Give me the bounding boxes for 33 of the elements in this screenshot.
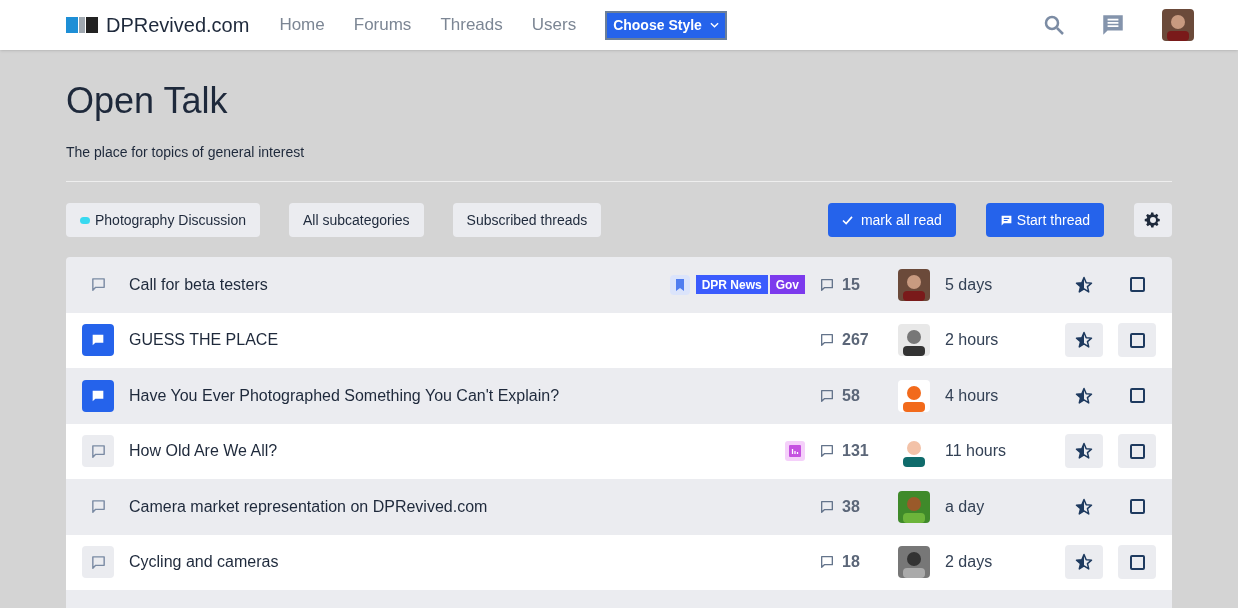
last-post-time: 5 days <box>945 274 994 295</box>
thread-title[interactable]: Camera market representation on DPRevived.com <box>129 494 488 519</box>
last-post-time: 4 hours <box>945 385 1000 406</box>
thread-title[interactable]: How Old Are We All? <box>129 439 278 464</box>
nav-link[interactable]: Forums <box>353 12 412 38</box>
filter-button[interactable]: Subscribed threads <box>452 203 602 237</box>
tag[interactable]: DPR News <box>695 275 768 295</box>
mark-all-read-button[interactable]: mark all read <box>827 203 956 237</box>
nav-link[interactable]: Home <box>279 12 325 38</box>
reply-count: 131 <box>842 441 869 462</box>
last-post-time: 11 hours <box>945 441 1008 462</box>
category-description: The place for topics of general interest <box>66 143 305 162</box>
reply-count: 58 <box>842 385 860 406</box>
thread-title[interactable]: Call for beta testers <box>129 272 268 297</box>
thread-title[interactable]: Cycling and cameras <box>129 550 279 575</box>
choose-style-button[interactable]: Choose Style <box>605 10 727 40</box>
page-title: Open Talk <box>66 80 228 122</box>
last-post-time: 2 hours <box>945 330 1000 351</box>
nav-link[interactable]: Threads <box>440 12 503 38</box>
last-post-time: a day <box>945 496 986 517</box>
site-name[interactable]: DPRevived.com <box>106 10 250 40</box>
reply-count: 15 <box>842 274 860 295</box>
filter-button[interactable]: All subcategories <box>289 203 424 237</box>
thread-title[interactable]: Have You Ever Photographed Something You Can't Explain? <box>129 383 560 408</box>
start-thread-button[interactable]: Start thread <box>985 203 1104 237</box>
filter-button[interactable]: Photography Discussion <box>66 203 260 237</box>
reply-count: 18 <box>842 552 860 573</box>
reply-count: 38 <box>842 496 860 517</box>
reply-count: 267 <box>842 330 869 351</box>
last-post-time: 2 days <box>945 552 994 573</box>
thread-title[interactable]: GUESS THE PLACE <box>129 328 279 353</box>
nav-link[interactable]: Users <box>531 12 577 38</box>
tag[interactable]: Gov <box>769 275 805 295</box>
